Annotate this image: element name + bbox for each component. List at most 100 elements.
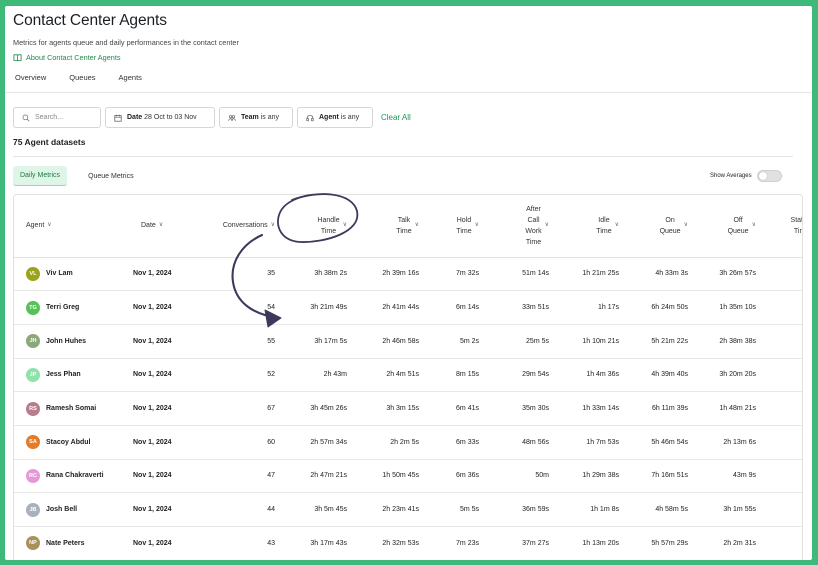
talk-cell: 2h 2m 5s	[351, 425, 423, 460]
clear-all-button[interactable]: Clear All	[381, 113, 411, 122]
agent-filter[interactable]: Agent is any	[297, 107, 373, 128]
date-cell: Nov 1, 2024	[129, 526, 199, 560]
tab-overview[interactable]: Overview	[15, 73, 46, 82]
chevron-down-icon[interactable]: ∨	[752, 220, 756, 231]
hold-cell: 6m 41s	[423, 391, 483, 426]
table-row[interactable]: JB Josh Bell Nov 1, 2024 44 3h 5m 45s 2h 23m …	[14, 492, 802, 527]
acw-cell: 36m 59s	[483, 492, 553, 527]
on-queue-cell: 5h 21m 22s	[623, 324, 692, 359]
talk-cell: 1h 50m 45s	[351, 459, 423, 494]
agent-cell: RC Rana Chakraverti	[14, 459, 129, 494]
datasets-count: 75 Agent datasets	[13, 137, 86, 147]
agent-cell: SA Stacoy Abdul	[14, 425, 129, 460]
agent-info: NP Nate Peters	[18, 536, 125, 551]
column-header-date[interactable]: Date ∨	[129, 195, 199, 258]
column-header-agent[interactable]: Agent ∨	[14, 195, 129, 258]
avatar: RC	[26, 468, 40, 483]
filter-bar: Search... Date 28 Oct to 03 Nov Team is …	[13, 107, 411, 128]
column-header-label: Idle Time	[596, 215, 611, 237]
app-window: Contact Center Agents Metrics for agents…	[5, 6, 812, 560]
date-filter[interactable]: Date 28 Oct to 03 Nov	[105, 107, 215, 128]
chevron-down-icon[interactable]: ∨	[684, 220, 688, 231]
hold-cell: 5m 5s	[423, 492, 483, 527]
column-header-hold-time[interactable]: Hold Time∨	[423, 195, 483, 258]
table-row[interactable]: NP Nate Peters Nov 1, 2024 43 3h 17m 43s 2h 3…	[14, 526, 802, 560]
avatar: JH	[26, 334, 40, 349]
show-averages-toggle[interactable]	[756, 170, 782, 182]
idle-cell: 1h 13m 20s	[553, 526, 623, 560]
column-header-handle-time[interactable]: Handle Time ∨	[279, 195, 351, 258]
book-icon	[13, 54, 22, 62]
idle-cell: 1h 7m 53s	[553, 425, 623, 460]
off-queue-cell: 1h 35m 10s	[692, 290, 760, 325]
column-header-idle-time[interactable]: Idle Time ∨	[553, 195, 623, 258]
chevron-down-icon[interactable]: ∨	[415, 220, 419, 231]
column-header-talk-time[interactable]: Talk Time∨	[351, 195, 423, 258]
column-header-word: Time	[320, 227, 337, 235]
table-row[interactable]: SA Stacoy Abdul Nov 1, 2024 60 2h 57m 34s 2h …	[14, 425, 802, 460]
about-link[interactable]: About Contact Center Agents	[13, 53, 121, 62]
chevron-down-icon[interactable]: ∨	[475, 220, 479, 231]
off-queue-cell: 3h 26m 57s	[692, 257, 760, 292]
column-header-word: Off	[733, 216, 743, 224]
conversations-cell: 60	[199, 425, 279, 460]
nav-tabs: Overview Queues Agents	[15, 73, 142, 82]
chevron-down-icon[interactable]: ∨	[47, 220, 51, 231]
off-queue-cell: 3h 20m 20s	[692, 358, 760, 393]
tab-queues[interactable]: Queues	[69, 73, 95, 82]
agent-info: TG Terri Greg	[18, 300, 125, 315]
table-row[interactable]: TG Terri Greg Nov 1, 2024 54 3h 21m 49s 2h 41…	[14, 290, 802, 325]
column-header-label: Conversations	[223, 220, 268, 231]
column-header-conversations[interactable]: Conversations ∨	[199, 195, 279, 258]
chevron-down-icon[interactable]: ∨	[159, 220, 163, 231]
handle-cell: 2h 57m 34s	[279, 425, 351, 460]
avatar: NP	[26, 536, 40, 551]
off-queue-cell: 2h 13m 6s	[692, 425, 760, 460]
agent-cell: JB Josh Bell	[14, 492, 129, 527]
agent-name: Nate Peters	[46, 539, 85, 547]
chevron-down-icon[interactable]: ∨	[271, 220, 275, 231]
column-header-word: Staffed	[790, 216, 802, 224]
tab-agents[interactable]: Agents	[119, 73, 142, 82]
hold-cell: 6m 14s	[423, 290, 483, 325]
chevron-down-icon[interactable]: ∨	[615, 220, 619, 231]
on-queue-cell: 6h 24m 50s	[623, 290, 692, 325]
column-header-on-queue[interactable]: On Queue∨	[623, 195, 692, 258]
column-header-off-queue[interactable]: Off Queue∨	[692, 195, 760, 258]
staffed-cell: 8h	[760, 526, 802, 560]
agent-info: RC Rana Chakraverti	[18, 468, 125, 483]
table-row[interactable]: VL Viv Lam Nov 1, 2024 35 3h 38m 2s 2h 39m 16…	[14, 257, 802, 292]
search-input[interactable]: Search...	[13, 107, 101, 128]
idle-cell: 1h 4m 36s	[553, 358, 623, 393]
agents-table: Agent ∨ Date ∨ Conversations ∨ Handle Time∨ Talk…	[13, 194, 803, 560]
date-cell: Nov 1, 2024	[129, 324, 199, 359]
date-filter-value: 28 Oct to 03 Nov	[144, 114, 197, 121]
column-header-after-call-work-time[interactable]: After Call Work Time∨	[483, 195, 553, 258]
tab-daily-metrics[interactable]: Daily Metrics	[13, 166, 68, 186]
chevron-down-icon[interactable]: ∨	[343, 220, 347, 231]
on-queue-cell: 7h 16m 51s	[623, 459, 692, 494]
hold-cell: 6m 36s	[423, 459, 483, 494]
avatar: SA	[26, 435, 40, 450]
date-filter-label: Date	[127, 114, 143, 121]
avatar: JB	[26, 502, 40, 517]
chevron-down-icon[interactable]: ∨	[545, 220, 549, 231]
table-row[interactable]: JP Jess Phan Nov 1, 2024 52 2h 43m 2h 4m 51s 8…	[14, 358, 802, 393]
column-header-staffed-time[interactable]: StaffedTime∨	[760, 195, 802, 258]
acw-cell: 51m 14s	[483, 257, 553, 292]
team-icon	[228, 114, 236, 121]
team-filter[interactable]: Team is any	[219, 107, 293, 128]
conversations-cell: 54	[199, 290, 279, 325]
date-cell: Nov 1, 2024	[129, 492, 199, 527]
agent-filter-label: Agent	[319, 114, 339, 121]
handle-cell: 3h 5m 45s	[279, 492, 351, 527]
table-row[interactable]: RS Ramesh Somai Nov 1, 2024 67 3h 45m 26s 3h …	[14, 391, 802, 426]
hold-cell: 6m 33s	[423, 425, 483, 460]
table-row[interactable]: JH John Huhes Nov 1, 2024 55 3h 17m 5s 2h 46m…	[14, 324, 802, 359]
avatar: JP	[26, 367, 40, 382]
table-row[interactable]: RC Rana Chakraverti Nov 1, 2024 47 2h 47m 21…	[14, 459, 802, 494]
avatar: RS	[26, 401, 40, 416]
staffed-cell: 8h	[760, 290, 802, 325]
column-header-word: Time	[396, 227, 412, 235]
tab-queue-metrics[interactable]: Queue Metrics	[81, 167, 141, 186]
